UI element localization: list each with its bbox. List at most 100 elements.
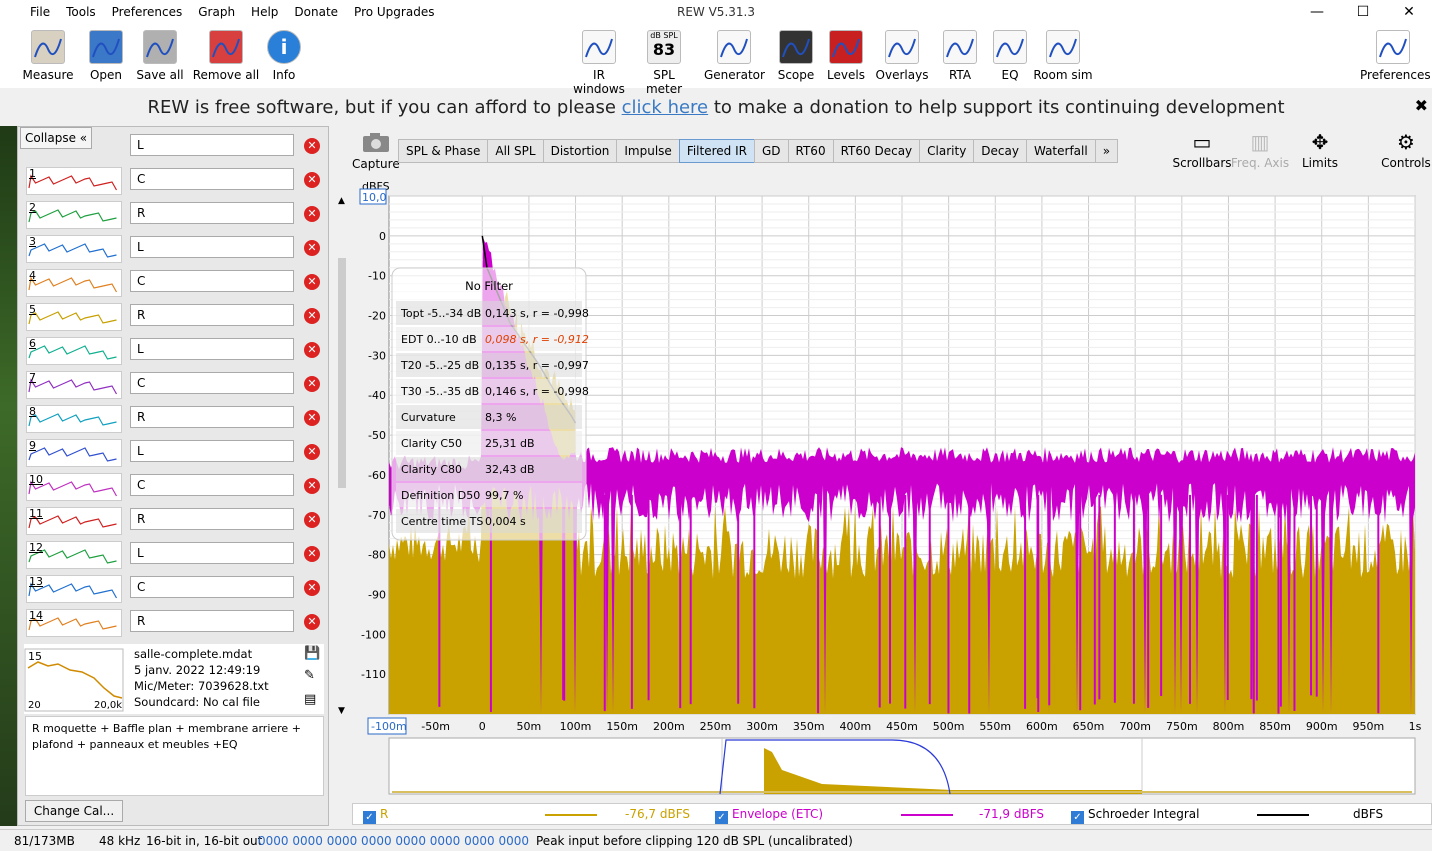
measurement-row[interactable]: 1✕ <box>18 163 330 197</box>
measurement-name-input[interactable] <box>130 508 294 530</box>
selected-measurement[interactable]: 15 20 20,0k salle-complete.mdat 5 janv. … <box>24 644 324 714</box>
measurement-name-input[interactable] <box>130 610 294 632</box>
minimize-button[interactable]: — <box>1294 0 1340 24</box>
measurement-name-input[interactable] <box>130 406 294 428</box>
toolbar-ir-windows-button[interactable]: IR windows <box>566 30 632 96</box>
controls-button[interactable]: ⚙ Controls <box>1380 130 1432 170</box>
measurement-name-input[interactable] <box>130 474 294 496</box>
measurement-row[interactable]: 8✕ <box>18 401 330 435</box>
x-left-value[interactable]: -100m <box>371 720 407 733</box>
toolbar-spl-meter-button[interactable]: dB SPL 83 SPL meter <box>634 30 694 96</box>
graph-svg[interactable]: dBFS10,00-10-20-30-40-50-60-70-80-90-100… <box>352 180 1432 800</box>
menu-graph[interactable]: Graph <box>190 0 243 24</box>
notes-field[interactable]: R moquette + Baffle plan + membrane arri… <box>25 716 324 796</box>
measurement-row[interactable]: 5✕ <box>18 299 330 333</box>
delete-measurement-icon[interactable]: ✕ <box>304 512 320 528</box>
menu-pro-upgrades[interactable]: Pro Upgrades <box>346 0 442 24</box>
tab-decay[interactable]: Decay <box>973 139 1027 163</box>
measurement-name-input[interactable] <box>130 134 294 156</box>
capture-button[interactable]: Capture <box>352 132 400 171</box>
tab--[interactable]: » <box>1094 139 1119 163</box>
measurement-name-input[interactable] <box>130 338 294 360</box>
freq-axis-button[interactable]: ▥ Freq. Axis <box>1228 130 1292 170</box>
measurement-name-input[interactable] <box>130 202 294 224</box>
tab-filtered-ir[interactable]: Filtered IR <box>678 139 755 163</box>
legend-item-1[interactable]: ✓ Envelope (ETC) <box>715 807 823 824</box>
measurement-name-input[interactable] <box>130 542 294 564</box>
toolbar-eq-button[interactable]: EQ <box>980 30 1040 82</box>
measurement-row[interactable]: 11 ✕ <box>18 503 330 537</box>
tab-gd[interactable]: GD <box>753 139 789 163</box>
measurement-name-input[interactable] <box>130 168 294 190</box>
toolbar-info-button[interactable]: i Info <box>254 30 314 82</box>
close-button[interactable]: ✕ <box>1386 0 1432 24</box>
donation-close-icon[interactable]: ✖ <box>1415 96 1428 115</box>
delete-measurement-icon[interactable]: ✕ <box>304 308 320 324</box>
menu-donate[interactable]: Donate <box>286 0 346 24</box>
measurement-row[interactable]: 14 ✕ <box>18 605 330 639</box>
measurement-row[interactable]: 4✕ <box>18 265 330 299</box>
measurement-row[interactable]: 6✕ <box>18 333 330 367</box>
delete-measurement-icon[interactable]: ✕ <box>304 478 320 494</box>
graph-area[interactable]: dBFS 10,0 0 -10 -20 -30 -40 -50 -60 -70 -80 -90 -100… <box>352 180 1432 795</box>
delete-measurement-icon[interactable]: ✕ <box>304 376 320 392</box>
toolbar-overlays-button[interactable]: Overlays <box>872 30 932 82</box>
measurement-name-input[interactable] <box>130 304 294 326</box>
delete-measurement-icon[interactable]: ✕ <box>304 206 320 222</box>
scrollbars-button[interactable]: ▭ Scrollbars <box>1170 130 1234 170</box>
menu-tools[interactable]: Tools <box>58 0 104 24</box>
delete-measurement-icon[interactable]: ✕ <box>304 580 320 596</box>
measurement-name-input[interactable] <box>130 372 294 394</box>
toolbar-remove-all-button[interactable]: Remove all <box>192 30 260 82</box>
measurement-name-input[interactable] <box>130 236 294 258</box>
menu-file[interactable]: File <box>0 0 58 24</box>
tab-spl-phase[interactable]: SPL & Phase <box>398 139 489 163</box>
delete-measurement-icon[interactable]: ✕ <box>304 444 320 460</box>
toolbar-levels-button[interactable]: Levels <box>816 30 876 82</box>
measurement-row[interactable]: 10 ✕ <box>18 469 330 503</box>
delete-measurement-icon[interactable]: ✕ <box>304 138 320 154</box>
toolbar-room-sim-button[interactable]: Room sim <box>1032 30 1094 82</box>
scroll-down-icon[interactable]: ▼ <box>338 706 345 716</box>
measurement-row-first[interactable]: ✕ <box>18 129 330 163</box>
legend-item-0[interactable]: ✓ R <box>363 807 388 824</box>
scroll-up-icon[interactable]: ▲ <box>338 196 345 206</box>
save-measurement-icon[interactable]: 💾 <box>304 646 320 661</box>
edit-icon[interactable]: ✎ <box>304 668 315 683</box>
menu-preferences[interactable]: Preferences <box>104 0 191 24</box>
tab-rt60[interactable]: RT60 <box>787 139 834 163</box>
measurement-row[interactable]: 7✕ <box>18 367 330 401</box>
delete-measurement-icon[interactable]: ✕ <box>304 614 320 630</box>
legend-checkbox[interactable]: ✓ <box>715 811 728 824</box>
measurement-row[interactable]: 12 ✕ <box>18 537 330 571</box>
measurement-name-input[interactable] <box>130 440 294 462</box>
measurements-scrollbar[interactable] <box>336 196 348 716</box>
legend-checkbox[interactable]: ✓ <box>1071 811 1084 824</box>
tab-impulse[interactable]: Impulse <box>616 139 680 163</box>
limits-button[interactable]: ✥ Limits <box>1288 130 1352 170</box>
measurement-row[interactable]: 2✕ <box>18 197 330 231</box>
measurement-row[interactable]: 13 ✕ <box>18 571 330 605</box>
legend-item-2[interactable]: ✓ Schroeder Integral <box>1071 807 1199 824</box>
measurement-name-input[interactable] <box>130 270 294 292</box>
delete-measurement-icon[interactable]: ✕ <box>304 410 320 426</box>
delete-measurement-icon[interactable]: ✕ <box>304 274 320 290</box>
toolbar-open-button[interactable]: Open <box>76 30 136 82</box>
toolbar-save-all-button[interactable]: Save all <box>130 30 190 82</box>
tab-waterfall[interactable]: Waterfall <box>1025 139 1096 163</box>
tab-all-spl[interactable]: All SPL <box>487 139 544 163</box>
delete-measurement-icon[interactable]: ✕ <box>304 546 320 562</box>
delete-measurement-icon[interactable]: ✕ <box>304 240 320 256</box>
overview-strip[interactable] <box>388 737 1416 795</box>
maximize-button[interactable]: ☐ <box>1340 0 1386 24</box>
scrollbar-thumb[interactable] <box>338 258 346 488</box>
measurement-row[interactable]: 3✕ <box>18 231 330 265</box>
delete-measurement-icon[interactable]: ✕ <box>304 172 320 188</box>
tab-clarity[interactable]: Clarity <box>919 139 975 163</box>
notes-icon[interactable]: ▤ <box>304 692 316 707</box>
donation-link[interactable]: click here <box>622 97 709 118</box>
toolbar-preferences-button[interactable]: Preferences <box>1360 30 1431 82</box>
measurement-name-input[interactable] <box>130 576 294 598</box>
tab-distortion[interactable]: Distortion <box>542 139 618 163</box>
legend-checkbox[interactable]: ✓ <box>363 811 376 824</box>
